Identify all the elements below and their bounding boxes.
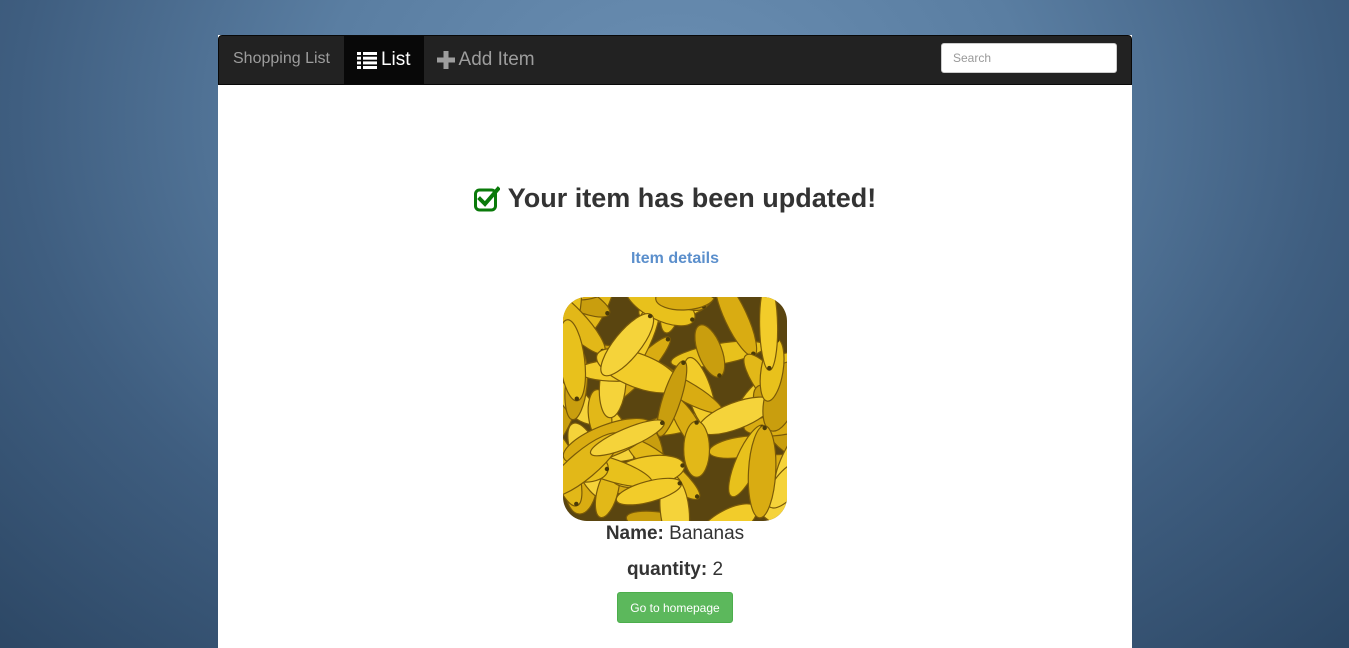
banana-tip xyxy=(677,481,682,486)
banana-tip xyxy=(647,313,653,319)
item-quantity-label: quantity: xyxy=(626,559,708,580)
banana-shape xyxy=(683,420,711,478)
item-image xyxy=(563,297,787,521)
banana-tip xyxy=(690,317,695,322)
list-icon xyxy=(356,51,377,69)
nav-item-add-item-label: Add Item xyxy=(458,49,535,70)
banana-tip xyxy=(660,420,665,426)
item-name-value: Bananas xyxy=(669,523,745,544)
item-details-link[interactable]: Item details xyxy=(218,250,1132,268)
banana-tip xyxy=(574,396,579,401)
banana-tip xyxy=(574,501,579,507)
banana-tip xyxy=(762,425,767,431)
item-quantity-value: 2 xyxy=(712,559,724,580)
banana-tip xyxy=(604,466,610,472)
banana-tip xyxy=(681,360,686,365)
nav-item-add-item[interactable]: Add Item xyxy=(424,36,548,84)
navbar: Shopping List List Add Item xyxy=(218,35,1132,85)
banana-tip xyxy=(680,463,685,468)
check-square-icon xyxy=(473,185,500,211)
banana-tip xyxy=(767,365,772,371)
page-container: Shopping List List Add Item Search Your … xyxy=(218,35,1132,648)
banana-tip xyxy=(694,494,700,499)
nav-item-list-label: List xyxy=(380,49,411,70)
banana-tip xyxy=(605,311,610,316)
plus-icon xyxy=(436,51,455,69)
go-to-homepage-button[interactable]: Go to homepage xyxy=(617,592,733,623)
banana-tip xyxy=(665,337,671,342)
page-heading-text: Your item has been updated! xyxy=(507,183,877,213)
item-quantity-row: quantity: 2 xyxy=(218,559,1132,581)
search-input[interactable] xyxy=(941,43,1117,73)
bananas-photo xyxy=(563,297,787,521)
item-name-label: Name: xyxy=(605,523,664,544)
nav-item-list[interactable]: List xyxy=(343,36,424,84)
page-heading: Your item has been updated! xyxy=(218,183,1132,214)
banana-tip xyxy=(717,373,722,378)
item-name-row: Name: Bananas xyxy=(218,523,1132,545)
banana-tip xyxy=(694,420,699,425)
navbar-brand[interactable]: Shopping List xyxy=(219,36,344,84)
